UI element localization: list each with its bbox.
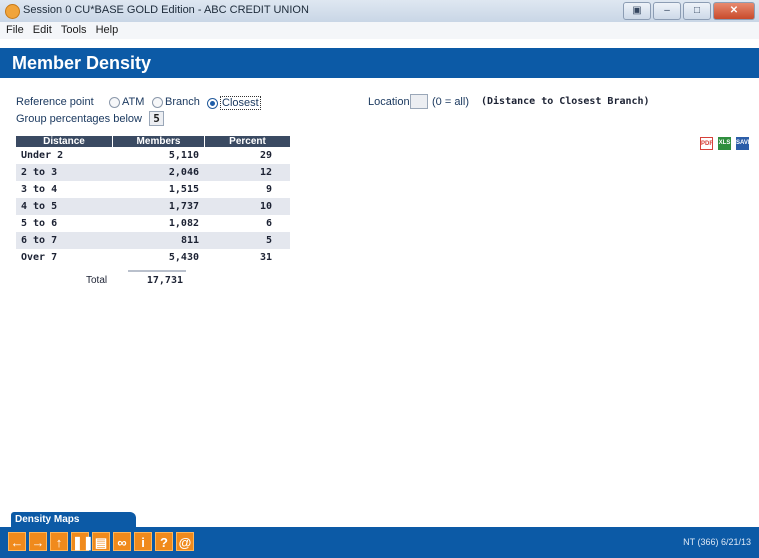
radio-atm-dot[interactable] xyxy=(109,96,120,108)
column-header-members[interactable]: Members xyxy=(112,136,204,147)
column-header-percent[interactable]: Percent xyxy=(204,136,290,147)
total-divider xyxy=(128,270,186,272)
pause-icon[interactable]: ❚❚ xyxy=(71,532,94,551)
save-icon[interactable]: SAVE xyxy=(736,137,752,150)
percent-cell: 5 xyxy=(265,235,272,246)
radio-atm-label: ATM xyxy=(122,96,145,108)
density-table: Distance Members Percent Under 2 5,110 2… xyxy=(16,136,290,266)
percent-cell: 9 xyxy=(265,184,272,195)
location-input[interactable] xyxy=(410,94,428,109)
members-cell: 1,737 xyxy=(168,201,199,212)
footer-code: NT (366) 6/21/13 xyxy=(683,537,751,547)
table-row[interactable]: 2 to 3 2,046 12 xyxy=(16,164,290,181)
export-toolbar: PDF XLS SAVE xyxy=(700,137,752,150)
print-icon[interactable]: ▤ xyxy=(92,532,110,551)
window-titlebar: Session 0 CU*BASE GOLD Edition - ABC CRE… xyxy=(0,0,759,23)
radio-branch-label: Branch xyxy=(165,96,200,108)
members-cell: 5,110 xyxy=(168,150,199,161)
location-label: Location xyxy=(368,96,410,108)
percent-cell: 10 xyxy=(259,201,272,212)
table-row[interactable]: 6 to 7 811 5 xyxy=(16,232,290,249)
radio-closest-dot[interactable] xyxy=(207,97,218,109)
close-button[interactable]: ✕ xyxy=(713,2,755,20)
members-cell: 811 xyxy=(180,235,199,246)
menu-bar: File Edit Tools Help xyxy=(0,22,759,39)
radio-branch-dot[interactable] xyxy=(152,96,163,108)
up-arrow-icon[interactable]: ↑ xyxy=(50,532,68,551)
location-hint: (0 = all) xyxy=(432,96,469,108)
help-icon[interactable]: ? xyxy=(155,532,173,551)
link-icon[interactable]: ∞ xyxy=(113,532,131,551)
forward-arrow-icon[interactable]: → xyxy=(29,532,47,551)
menu-help[interactable]: Help xyxy=(96,22,119,39)
distance-cell: Over 7 xyxy=(21,252,58,263)
window-title: Session 0 CU*BASE GOLD Edition - ABC CRE… xyxy=(23,4,309,16)
at-icon[interactable]: @ xyxy=(176,532,194,551)
radio-atm[interactable]: ATM xyxy=(109,96,144,108)
table-row[interactable]: 4 to 5 1,737 10 xyxy=(16,198,290,215)
app-icon xyxy=(5,4,20,19)
window-controls: ▣ – □ ✕ xyxy=(623,2,755,20)
reference-point-label: Reference point xyxy=(16,96,94,108)
maximize-button[interactable]: □ xyxy=(683,2,711,20)
excel-export-icon[interactable]: XLS xyxy=(718,137,731,150)
distance-cell: 4 to 5 xyxy=(21,201,58,212)
distance-cell: 6 to 7 xyxy=(21,235,58,246)
percent-cell: 31 xyxy=(259,252,272,263)
members-cell: 1,082 xyxy=(168,218,199,229)
table-row[interactable]: 3 to 4 1,515 9 xyxy=(16,181,290,198)
distance-cell: 3 to 4 xyxy=(21,184,58,195)
bottom-toolbar: ← → ↑ ❚❚ ▤ ∞ i ? @ NT (366) 6/21/13 xyxy=(0,527,759,558)
percent-cell: 6 xyxy=(265,218,272,229)
distance-cell: 5 to 6 xyxy=(21,218,58,229)
members-cell: 5,430 xyxy=(168,252,199,263)
table-row[interactable]: 5 to 6 1,082 6 xyxy=(16,215,290,232)
menu-tools[interactable]: Tools xyxy=(61,22,87,39)
back-arrow-icon[interactable]: ← xyxy=(8,532,26,551)
pdf-export-icon[interactable]: PDF xyxy=(700,137,713,150)
table-row[interactable]: Over 7 5,430 31 xyxy=(16,249,290,266)
location-description: (Distance to Closest Branch) xyxy=(481,96,650,107)
tab-density-maps-label: Density Maps xyxy=(15,514,80,525)
page-header: Member Density xyxy=(0,48,759,78)
page-title: Member Density xyxy=(12,53,152,73)
radio-closest-label: Closest xyxy=(220,96,261,110)
members-cell: 2,046 xyxy=(168,167,199,178)
table-header: Distance Members Percent xyxy=(16,136,290,147)
radio-closest[interactable]: Closest xyxy=(207,96,261,110)
distance-cell: Under 2 xyxy=(21,150,64,161)
table-row[interactable]: Under 2 5,110 29 xyxy=(16,147,290,164)
menu-edit[interactable]: Edit xyxy=(33,22,52,39)
percent-cell: 29 xyxy=(259,150,272,161)
group-percentages-input[interactable]: 5 xyxy=(149,111,164,126)
minimize-button[interactable]: – xyxy=(653,2,681,20)
radio-branch[interactable]: Branch xyxy=(152,96,200,108)
restore-screen-icon[interactable]: ▣ xyxy=(623,2,651,20)
members-cell: 1,515 xyxy=(168,184,199,195)
nav-buttons: ← → ↑ ❚❚ ▤ ∞ i ? @ xyxy=(8,532,194,551)
tab-density-maps[interactable]: Density Maps xyxy=(11,512,136,527)
percent-cell: 12 xyxy=(259,167,272,178)
total-label: Total xyxy=(86,275,108,286)
distance-cell: 2 to 3 xyxy=(21,167,58,178)
info-icon[interactable]: i xyxy=(134,532,152,551)
column-header-distance[interactable]: Distance xyxy=(16,136,112,147)
menu-file[interactable]: File xyxy=(6,22,24,39)
group-percentages-label: Group percentages below xyxy=(16,113,142,125)
total-value: 17,731 xyxy=(146,275,183,286)
